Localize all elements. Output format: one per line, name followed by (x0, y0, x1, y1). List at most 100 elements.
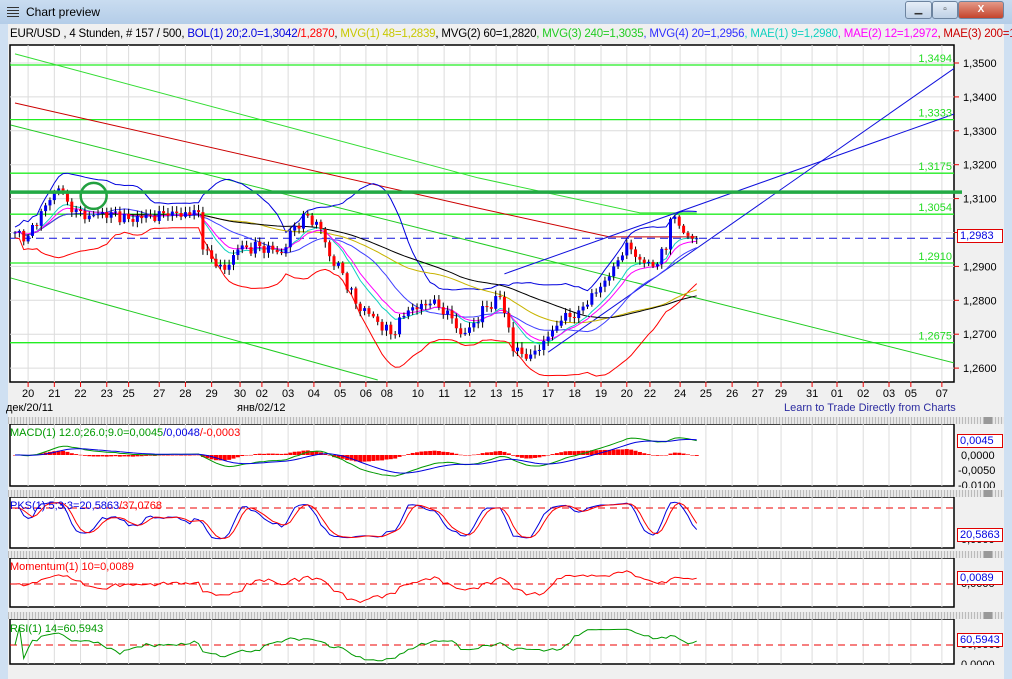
candle-body (577, 310, 581, 319)
macd-histogram-bar (664, 455, 669, 456)
x-axis-label: 30 (234, 388, 246, 400)
candle-body (79, 209, 83, 212)
macd-histogram-bar (515, 455, 520, 457)
y-axis-label: 1,3500 (963, 58, 997, 70)
candle-body (673, 216, 677, 219)
x-axis-label: 27 (153, 388, 165, 400)
candle-body (223, 264, 227, 270)
legend-part: RSI(1) 14=60,5943 (10, 623, 104, 635)
candle-body (240, 245, 244, 250)
candle-body (30, 224, 34, 236)
pane-close-icon[interactable] (984, 490, 992, 497)
candle-body (39, 211, 43, 226)
candle-body (310, 215, 314, 225)
pane-close-icon[interactable] (984, 417, 992, 424)
candle-body (271, 245, 275, 250)
x-axis-label: 04 (308, 388, 320, 400)
candle-body (114, 211, 118, 213)
candle-body (153, 215, 157, 221)
x-axis-label: 29 (206, 388, 218, 400)
macd-histogram-bar (100, 455, 105, 457)
pane-splitter[interactable] (8, 490, 1004, 497)
candle-body (336, 262, 340, 266)
candle-body (358, 303, 362, 311)
candle-body (446, 310, 450, 315)
candle-body (428, 303, 432, 306)
candle-body (520, 347, 524, 354)
candle-body (594, 292, 598, 294)
macd-histogram-bar (113, 455, 118, 457)
candle-body (634, 249, 638, 257)
macd-histogram-bar (227, 455, 232, 460)
candle-body (607, 276, 611, 281)
x-axis-label: 25 (122, 388, 134, 400)
macd-histogram-bar (559, 452, 564, 455)
macd-histogram-bar (450, 452, 454, 455)
x-axis-label: 05 (334, 388, 346, 400)
macd-histogram-bar (380, 455, 385, 461)
candle-body (463, 332, 467, 335)
legend-part: MACD(1) 12.0;26.0;9.0=0,0045 (10, 427, 164, 439)
macd-histogram-bar (651, 455, 656, 456)
x-axis-label: 20 (22, 388, 34, 400)
macd-histogram-bar (694, 455, 699, 456)
candle-body (293, 225, 297, 231)
x-axis-label: 23 (101, 388, 113, 400)
macd-histogram-bar (502, 451, 507, 455)
candle-body (415, 307, 419, 310)
candle-body (109, 212, 113, 218)
legend-part: , MAE(1) 9=1,2980 (744, 28, 838, 40)
macd-histogram-bar (104, 455, 109, 457)
candle-body (236, 249, 240, 256)
x-axis-label: 19 (595, 388, 607, 400)
candle-body (175, 211, 179, 213)
macd-histogram-bar (244, 455, 249, 456)
candle-body (341, 262, 345, 274)
macd-histogram-bar (96, 455, 101, 457)
macd-histogram-bar (270, 453, 275, 455)
chart-canvas[interactable]: 1,35001,34001,33001,32001,31001,30001,29… (0, 0, 1012, 679)
macd-histogram-bar (362, 455, 367, 462)
macd-histogram-bar (130, 455, 135, 457)
candle-body (642, 259, 646, 264)
x-axis-label: 13 (490, 388, 502, 400)
candle-body (48, 200, 52, 206)
candle-body (398, 317, 402, 335)
x-axis-label: 21 (48, 388, 60, 400)
candle-body (183, 212, 187, 217)
candle-body (546, 336, 550, 341)
macd-histogram-bar (415, 452, 420, 455)
y-axis-label: 1,3300 (963, 126, 997, 138)
x-axis-label: 15 (511, 388, 523, 400)
pks-value-box: 20,5863 (957, 528, 1003, 542)
pane-close-icon[interactable] (984, 612, 992, 619)
x-axis-label: 29 (775, 388, 787, 400)
pane-splitter[interactable] (8, 551, 1004, 558)
macd-histogram-bar (283, 453, 288, 455)
learn-to-trade-link[interactable]: Learn to Trade Directly from Charts (784, 402, 956, 414)
candle-body (625, 242, 629, 256)
candle-body (677, 216, 681, 226)
candle-body (35, 224, 39, 226)
candle-body (162, 211, 166, 214)
macd-histogram-bar (266, 453, 271, 455)
macd-histogram-bar (637, 451, 642, 455)
macd-histogram-bar (672, 452, 677, 455)
x-axis-label: 22 (74, 388, 86, 400)
macd-histogram-bar (410, 452, 415, 455)
pane-splitter[interactable] (8, 612, 1004, 619)
candle-body (655, 264, 659, 267)
candle-body (537, 349, 541, 351)
pane-splitter[interactable] (8, 417, 1004, 424)
candle-body (660, 248, 664, 265)
macd-histogram-bar (524, 455, 529, 459)
candle-body (297, 225, 301, 229)
candle-body (529, 354, 533, 359)
x-axis-label: 31 (806, 388, 818, 400)
pane-close-icon[interactable] (984, 551, 992, 558)
candle-body (389, 324, 393, 335)
candle-body (690, 235, 694, 239)
macd-histogram-bar (428, 450, 433, 455)
candle-body (118, 211, 122, 223)
candle-body (284, 247, 288, 253)
